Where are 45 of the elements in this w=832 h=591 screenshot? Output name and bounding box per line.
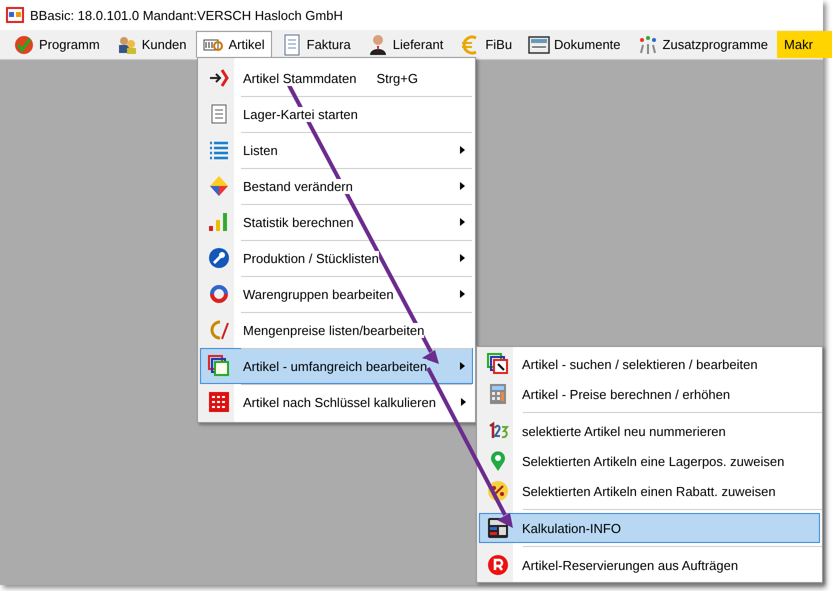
menu-bar-item[interactable]: Lieferant [360,31,450,58]
menu-item-label: Kalkulation-INFO [522,520,621,536]
menu-item[interactable]: Mengenpreise listen/bearbeiten [200,312,473,348]
menu-bar-item[interactable]: Zusatzprogramme [630,31,776,58]
menu-bar-item[interactable]: Artikel [196,31,272,58]
menu-item-label: selektierte Artikel neu nummerieren [522,424,726,438]
shortcut-label: Strg+G [376,70,418,86]
menu-item[interactable]: selektierte Artikel neu nummerieren [479,416,820,446]
menu-bar-item[interactable]: Dokumente [521,31,628,58]
menu-item-label: Artikel nach Schlüssel kalkulieren [243,394,436,410]
menu-item[interactable]: Bestand verändern [200,168,473,204]
menu-item-label: Listen [243,142,278,158]
menu-item[interactable]: Artikel-Reservierungen aus Aufträgen [479,550,820,580]
menu-bar-item[interactable]: Makr [777,31,832,58]
menu-item[interactable]: Artikel - Preise berechnen / erhöhen [479,379,820,409]
menu-bar-item[interactable]: FiBu [452,31,520,58]
menu-item-label: Artikel-Reservierungen aus Aufträgen [522,558,738,572]
menu-item[interactable]: Kalkulation-INFO [479,513,820,543]
menu-item-label: Warengruppen bearbeiten [243,286,394,302]
menu-item-label: Artikel Stammdaten [243,70,356,86]
menu-item[interactable]: Selektierten Artikeln einen Rabatt. zuweisen [479,476,820,506]
menu-item[interactable]: Produktion / Stücklisten [200,240,473,276]
menu-item[interactable]: Listen [200,132,473,168]
menu-item[interactable]: Warengruppen bearbeiten [200,276,473,312]
menu-item-label: Lager-Kartei starten [243,106,358,122]
menu-item[interactable]: Statistik berechnen [200,204,473,240]
window-title: BBasic: 18.0.101.0 Mandant:VERSCH Hasloch GmbH [30,8,343,22]
menu-bar-item[interactable]: Faktura [274,31,358,58]
menu-item-label: Artikel - suchen / selektieren / bearbeiten [522,356,758,372]
menu-item-label: Selektierten Artikeln einen Rabatt. zuweisen [522,484,776,498]
menu-item[interactable]: Lager-Kartei starten [200,96,473,132]
menu-item[interactable]: Artikel Stammdaten Strg+G [200,60,473,96]
menu-item[interactable]: Artikel - umfangreich bearbeiten [200,348,473,384]
menu-item-label: Artikel - Preise berechnen / erhöhen [522,386,730,402]
menu-item[interactable]: Artikel nach Schlüssel kalkulieren [200,384,473,420]
menu-item-label: Mengenpreise listen/bearbeiten [243,322,424,338]
menu-item-label: Artikel - umfangreich bearbeiten [243,358,428,374]
menu-item-label: Bestand verändern [243,178,353,194]
menu-bar-item[interactable]: Kunden [108,31,194,58]
menu-item[interactable]: Artikel - suchen / selektieren / bearbeiten [479,349,820,379]
menu-item-label: Produktion / Stücklisten [243,250,379,266]
menu-item-label: Selektierten Artikeln eine Lagerpos. zuweisen [522,454,784,468]
menu-item[interactable]: Selektierten Artikeln eine Lagerpos. zuweisen [479,446,820,476]
menu-item-label: Statistik berechnen [243,214,354,230]
menu-bar-item[interactable]: Programm [6,31,107,58]
